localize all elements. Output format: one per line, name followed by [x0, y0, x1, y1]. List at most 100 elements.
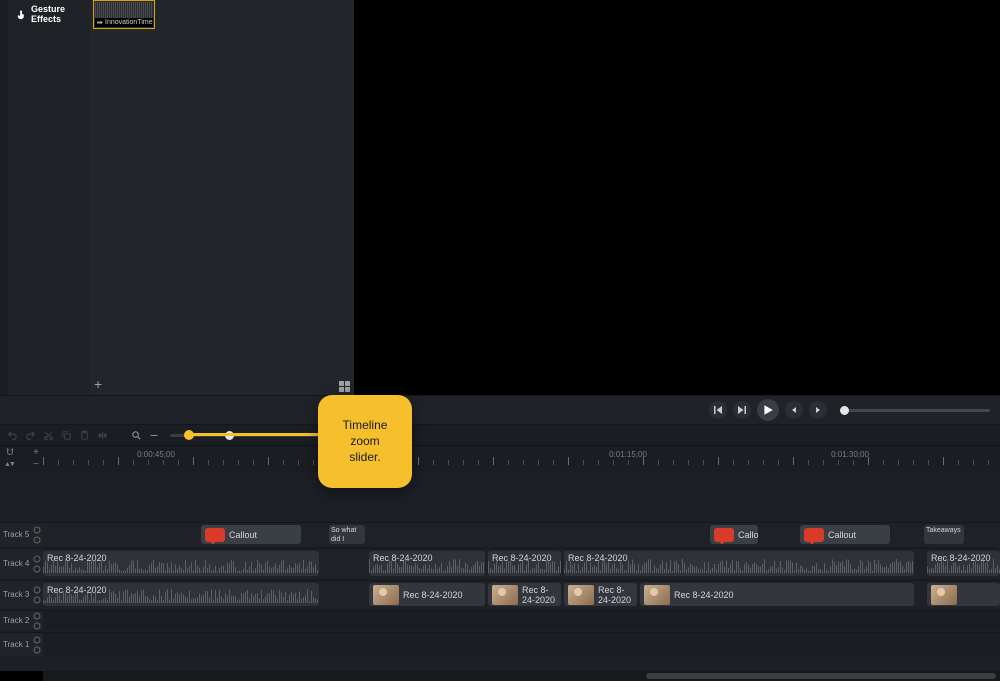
next-marker-button[interactable]	[809, 401, 827, 419]
timeline-toolbar: −	[0, 425, 1000, 445]
timeline-clip[interactable]: Rec 8-24-2020	[564, 583, 637, 606]
timeline-clip[interactable]: Rec 8-24-2020	[488, 551, 561, 576]
timeline-tracks-area: Track 5 CalloutSo what did I learn?Callo…	[0, 473, 1000, 671]
waveform-icon	[927, 561, 1000, 576]
preview-scrubber[interactable]	[840, 409, 990, 412]
callout-icon	[714, 528, 734, 542]
timeline-clip[interactable]: Rec 8-24-2020	[927, 551, 1000, 576]
next-frame-button[interactable]	[733, 401, 751, 419]
timeline-clip[interactable]: Rec 8-24-2020	[369, 583, 485, 606]
track-toggle-icons[interactable]	[31, 633, 43, 656]
gesture-icon	[16, 8, 27, 20]
tooltip-connector-line	[189, 433, 318, 436]
help-tooltip: Timeline zoom slider.	[318, 395, 412, 488]
track-label: Track 4	[0, 559, 31, 568]
effects-side-tabs	[0, 0, 8, 395]
add-track-button[interactable]: +	[33, 447, 39, 458]
clip-label: Callout	[229, 530, 257, 540]
library-tab-gesture-effects[interactable]: Gesture Effects	[16, 4, 90, 24]
media-clip-thumbnail[interactable]: InnovationTime	[93, 0, 155, 29]
track-header[interactable]: Track 3	[0, 580, 43, 608]
timeline-clip[interactable]: Rec 8-24-2020	[564, 551, 914, 576]
track-label: Track 1	[0, 640, 31, 649]
track-header[interactable]: Track 1	[0, 632, 43, 656]
track-toggle-icons[interactable]	[31, 549, 43, 578]
timeline-clip[interactable]: Rec 8-24-2020	[43, 551, 319, 576]
split-button[interactable]	[96, 429, 108, 441]
ruler-timecode: 0:00:45;00	[137, 450, 175, 459]
magnet-snap-toggle[interactable]	[4, 446, 16, 458]
track-lane[interactable]: Rec 8-24-2020Rec 8-24-2020Rec 8-24-2020R…	[43, 580, 1000, 608]
waveform-icon	[369, 561, 485, 576]
copy-button[interactable]	[60, 429, 72, 441]
track-toggle-icons[interactable]	[31, 581, 43, 608]
track-t5: Track 5 CalloutSo what did I learn?Callo…	[0, 522, 1000, 546]
prev-frame-button[interactable]	[709, 401, 727, 419]
video-thumbnail	[373, 585, 399, 605]
track-header[interactable]: Track 5	[0, 522, 43, 546]
timeline-scrollbar-thumb[interactable]	[646, 673, 996, 679]
track-toggle-icons[interactable]	[31, 523, 43, 546]
waveform-icon	[488, 561, 561, 576]
track-collapse-toggle[interactable]: ▲▼	[4, 461, 14, 468]
track-label: Track 2	[0, 616, 31, 625]
clip-label: Rec 8-24-2020	[522, 585, 561, 605]
timeline-clip[interactable]: Callout	[201, 525, 301, 544]
effects-library-panel: Gesture Effects	[8, 0, 90, 395]
clip-label: Takeaways	[924, 525, 964, 536]
timeline-clip[interactable]: Takeaways	[924, 525, 964, 544]
media-bin[interactable]: InnovationTime +	[90, 0, 355, 395]
clip-label: Rec 8-24-2020	[674, 590, 734, 600]
timeline-clip[interactable]: Rec 8-24-2020	[640, 583, 914, 606]
track-label: Track 3	[0, 590, 31, 599]
callout-icon	[205, 528, 225, 542]
preview-canvas[interactable]	[355, 0, 1000, 395]
timeline-horizontal-scrollbar[interactable]	[43, 671, 1000, 681]
timeline-clip[interactable]	[927, 583, 1000, 606]
redo-button[interactable]	[24, 429, 36, 441]
ruler-timecode: 0:01:30;00	[831, 450, 869, 459]
track-lane[interactable]	[43, 632, 1000, 656]
track-t4: Track 4 Rec 8-24-2020Rec 8-24-2020Rec 8-…	[0, 548, 1000, 578]
upper-region: Gesture Effects InnovationTime +	[0, 0, 1000, 395]
track-header[interactable]: Track 2	[0, 610, 43, 630]
track-lane[interactable]: Rec 8-24-2020Rec 8-24-2020Rec 8-24-2020R…	[43, 548, 1000, 578]
bin-view-grid-toggle[interactable]	[339, 381, 350, 392]
track-lane[interactable]	[43, 610, 1000, 630]
timeline-clip[interactable]: Rec 8-24-2020	[488, 583, 561, 606]
timeline-clip[interactable]: Rec 8-24-2020	[43, 583, 319, 606]
track-t3: Track 3 Rec 8-24-2020Rec 8-24-2020Rec 8-…	[0, 580, 1000, 608]
prev-marker-button[interactable]	[785, 401, 803, 419]
tooltip-text-2: zoom slider.	[336, 433, 394, 465]
track-header[interactable]: Track 4	[0, 548, 43, 578]
timeline-left-controls: + ▲▼ −	[0, 445, 43, 473]
track-t2: Track 2	[0, 610, 1000, 630]
timeline-clip[interactable]: Rec 8-24-2020	[369, 551, 485, 576]
paste-button[interactable]	[78, 429, 90, 441]
remove-track-button[interactable]: −	[33, 459, 39, 470]
tooltip-text-1: Timeline	[336, 417, 394, 433]
undo-button[interactable]	[6, 429, 18, 441]
video-thumbnail	[644, 585, 670, 605]
app-root: Gesture Effects InnovationTime +	[0, 0, 1000, 681]
ruler-timecode: 0:01:15;00	[609, 450, 647, 459]
timeline-ruler[interactable]: 0:00:45;00 0:01:15;00 0:01:30;00	[43, 445, 1000, 473]
add-media-button[interactable]: +	[94, 376, 102, 392]
play-button[interactable]	[757, 399, 779, 421]
timeline-clip[interactable]: So what did I learn?	[329, 525, 365, 544]
track-toggle-icons[interactable]	[31, 611, 43, 630]
zoom-out-button[interactable]: −	[148, 429, 160, 441]
preview-scrubber-handle[interactable]	[840, 406, 849, 415]
clip-label: So what did I learn?	[329, 525, 365, 544]
cut-button[interactable]	[42, 429, 54, 441]
track-lane[interactable]: Callout So what did I learn? Callout Callou…	[43, 522, 1000, 546]
clip-label: Rec 8-24-2020	[403, 590, 463, 600]
timeline-clip[interactable]: Callout	[800, 525, 890, 544]
waveform-icon	[43, 561, 319, 576]
clip-label: Callout	[738, 530, 758, 540]
track-t1: Track 1	[0, 632, 1000, 656]
waveform-icon	[564, 561, 914, 576]
track-label: Track 5	[0, 530, 31, 539]
timeline-clip[interactable]: Callout	[710, 525, 758, 544]
callout-icon	[804, 528, 824, 542]
